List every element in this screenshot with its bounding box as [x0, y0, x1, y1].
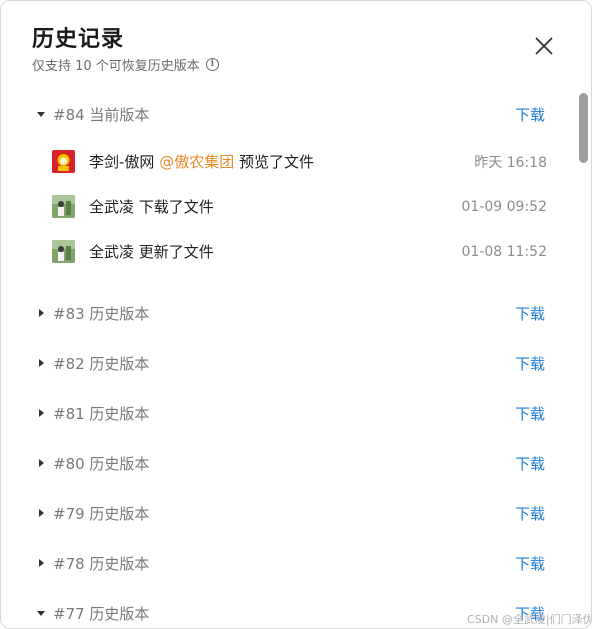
avatar — [52, 195, 75, 218]
avatar — [52, 150, 75, 173]
info-icon[interactable]: i — [205, 58, 219, 71]
history-panel: 历史记录 仅支持 10 个可恢复历史版本 i #84 当前版本 下载 李剑-傲网… — [0, 0, 592, 629]
subtitle-text: 仅支持 10 个可恢复历史版本 — [32, 59, 200, 74]
version-row-80[interactable]: #80 历史版本 下载 — [1, 438, 571, 488]
version-label: #82 历史版本 — [53, 354, 150, 373]
entry-mention[interactable]: @傲农集团 — [159, 153, 234, 171]
version-label: #81 历史版本 — [53, 404, 150, 423]
version-list: #84 当前版本 下载 李剑-傲网 @傲农集团 预览了文件 昨天 16:18 全… — [1, 89, 571, 628]
caret-down-icon[interactable] — [37, 110, 45, 118]
download-link[interactable]: 下载 — [515, 553, 545, 574]
version-row-78[interactable]: #78 历史版本 下载 — [1, 538, 571, 588]
entry-time: 昨天 16:18 — [474, 154, 547, 171]
entry-text: 全武凌 更新了文件 — [89, 241, 214, 262]
caret-right-icon[interactable] — [37, 509, 45, 517]
caret-right-icon[interactable] — [37, 559, 45, 567]
download-link[interactable]: 下载 — [515, 453, 545, 474]
caret-right-icon[interactable] — [37, 459, 45, 467]
entry-action: 预览了文件 — [239, 153, 315, 171]
close-icon[interactable] — [533, 35, 555, 57]
version-label: #83 历史版本 — [53, 304, 150, 323]
download-link[interactable]: 下载 — [515, 353, 545, 374]
panel-title: 历史记录 — [32, 27, 125, 52]
activity-entry: 李剑-傲网 @傲农集团 预览了文件 昨天 16:18 — [1, 139, 571, 184]
entry-action: 下载了文件 — [138, 198, 214, 216]
download-link[interactable]: 下载 — [515, 403, 545, 424]
version-label: #77 历史版本 — [53, 604, 150, 623]
avatar — [52, 240, 75, 263]
caret-right-icon[interactable] — [37, 359, 45, 367]
entry-time: 01-08 11:52 — [461, 243, 547, 260]
entry-text: 李剑-傲网 @傲农集团 预览了文件 — [89, 151, 314, 172]
version-row-current[interactable]: #84 当前版本 下载 — [1, 89, 571, 139]
watermark: CSDN @全武凌|们门泽优 — [467, 613, 592, 626]
entry-user: 全武凌 — [89, 198, 135, 216]
entry-user: 李剑-傲网 — [89, 153, 155, 171]
version-row-79[interactable]: #79 历史版本 下载 — [1, 488, 571, 538]
entry-action: 更新了文件 — [138, 243, 214, 261]
version-label: #78 历史版本 — [53, 554, 150, 573]
scrollbar-thumb[interactable] — [579, 93, 588, 163]
version-label: #80 历史版本 — [53, 454, 150, 473]
entry-text: 全武凌 下载了文件 — [89, 196, 214, 217]
caret-right-icon[interactable] — [37, 409, 45, 417]
panel-subtitle: 仅支持 10 个可恢复历史版本 i — [32, 55, 219, 74]
caret-down-icon[interactable] — [37, 609, 45, 617]
download-link[interactable]: 下载 — [515, 104, 545, 125]
entry-user: 全武凌 — [89, 243, 135, 261]
version-row-83[interactable]: #83 历史版本 下载 — [1, 288, 571, 338]
download-link[interactable]: 下载 — [515, 503, 545, 524]
download-link[interactable]: 下载 — [515, 303, 545, 324]
activity-entry: 全武凌 下载了文件 01-09 09:52 — [1, 184, 571, 229]
activity-entry: 全武凌 更新了文件 01-08 11:52 — [1, 229, 571, 274]
entry-time: 01-09 09:52 — [461, 198, 547, 215]
version-row-81[interactable]: #81 历史版本 下载 — [1, 388, 571, 438]
version-row-82[interactable]: #82 历史版本 下载 — [1, 338, 571, 388]
version-label: #79 历史版本 — [53, 504, 150, 523]
version-label: #84 当前版本 — [53, 105, 150, 124]
caret-right-icon[interactable] — [37, 309, 45, 317]
